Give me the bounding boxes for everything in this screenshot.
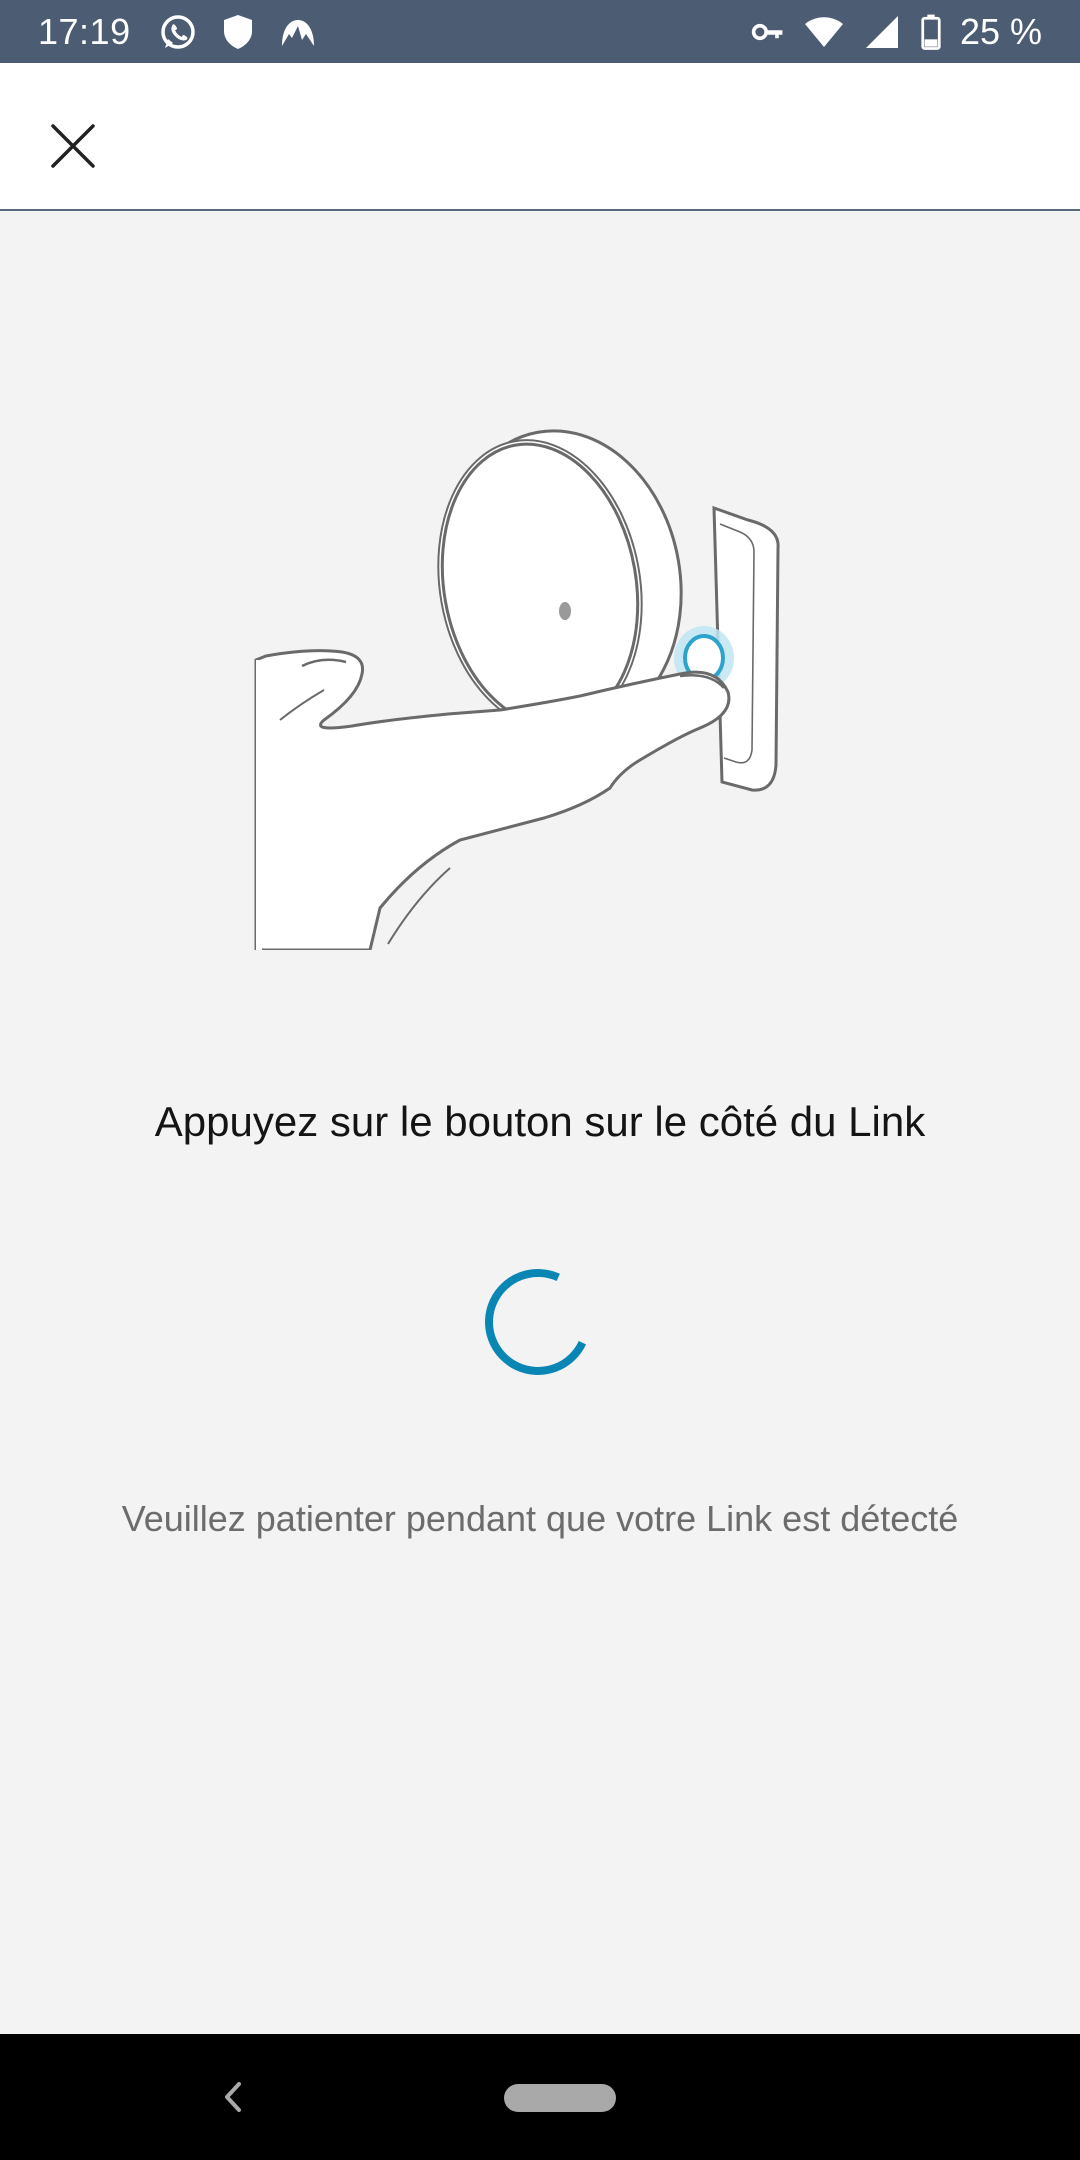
link-device-illustration — [254, 429, 780, 950]
instruction-text: Appuyez sur le bouton sur le côté du Lin… — [154, 1098, 926, 1145]
battery-percentage: 25 % — [959, 11, 1042, 52]
close-button[interactable] — [30, 103, 116, 189]
app-bar — [0, 63, 1080, 211]
status-bar: 17:19 25 % — [0, 0, 1080, 63]
navigation-bar — [0, 2034, 1080, 2160]
nordvpn-icon — [282, 20, 314, 46]
signal-icon — [865, 16, 898, 48]
loading-spinner — [485, 1269, 591, 1375]
battery-icon — [921, 14, 941, 50]
close-icon — [51, 124, 95, 168]
back-icon[interactable] — [212, 2074, 252, 2120]
whatsapp-icon — [161, 15, 195, 49]
home-button[interactable] — [504, 2084, 616, 2112]
status-time: 17:19 — [38, 11, 131, 52]
status-right: 25 % — [750, 10, 1042, 54]
screen: 17:19 25 % Appuyez sur le bouton sur le … — [0, 0, 1080, 2160]
wifi-icon — [804, 17, 843, 47]
notification-icons — [158, 12, 318, 52]
shield-icon — [224, 15, 252, 49]
wait-message: Veuillez patienter pendant que votre Lin… — [121, 1498, 959, 1539]
vpn-key-icon — [751, 23, 783, 41]
